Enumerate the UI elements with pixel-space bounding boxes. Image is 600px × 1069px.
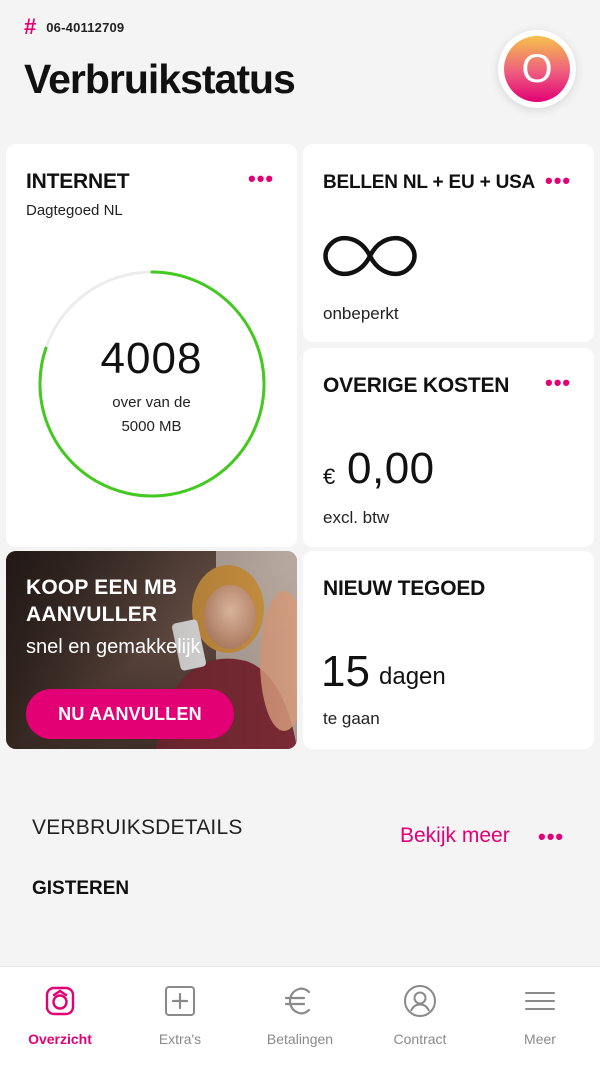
phone-number: 06-40112709 (46, 19, 125, 35)
infinity-icon (323, 235, 417, 277)
nav-item-extras[interactable]: Extra's (120, 967, 240, 1069)
internet-usage-ring (38, 270, 266, 498)
verbruiksdetails-heading: VERBRUIKSDETAILS (32, 816, 243, 839)
internet-remaining-value: 4008 (100, 334, 203, 383)
home-icon (45, 986, 75, 1016)
internet-remaining-label: over van de (112, 394, 191, 411)
bellen-title: BELLEN NL + EU + USA (323, 172, 536, 193)
tegoed-title: NIEUW TEGOED (323, 577, 486, 600)
user-circle-icon (404, 985, 436, 1017)
avatar: O (504, 36, 570, 102)
bellen-unlimited-label: onbeperkt (323, 304, 399, 323)
kosten-amount: 0,00 (347, 444, 435, 493)
tegoed-days-value: 15 (321, 647, 370, 696)
nav-label-betalingen: Betalingen (266, 1031, 334, 1047)
nav-label-extras: Extra's (158, 1031, 202, 1047)
app-screen: # 06-40112709 Verbruikstatus O INTERNET … (0, 0, 600, 1069)
details-more-menu-icon[interactable]: ••• (538, 826, 564, 848)
nav-item-meer[interactable]: Meer (480, 967, 600, 1069)
internet-more-menu-icon[interactable]: ••• (248, 168, 274, 190)
menu-icon (525, 992, 555, 1010)
overige-kosten-card[interactable]: OVERIGE KOSTEN ••• € 0,00 excl. btw (303, 348, 594, 547)
bekijk-meer-link[interactable]: Bekijk meer (400, 824, 510, 848)
kosten-more-menu-icon[interactable]: ••• (545, 372, 571, 394)
nav-item-betalingen[interactable]: Betalingen (240, 967, 360, 1069)
nieuw-tegoed-card[interactable]: NIEUW TEGOED 15 dagen te gaan (303, 551, 594, 749)
kosten-title: OVERIGE KOSTEN (323, 374, 510, 397)
euro-symbol: € (323, 464, 336, 489)
hash-icon: # (24, 14, 37, 39)
nav-label-meer: Meer (524, 1031, 556, 1047)
tegoed-days-unit: dagen (379, 663, 446, 690)
euro-icon (284, 987, 311, 1015)
nav-item-contract[interactable]: Contract (360, 967, 480, 1069)
internet-card[interactable]: INTERNET Dagtegoed NL ••• 4008 over van … (6, 144, 297, 547)
avatar-button[interactable]: O (498, 30, 576, 108)
promo-title: KOOP EEN MB AANVULLER (26, 576, 178, 626)
bottom-navigation: Overzicht Extra's Betalingen Contract Me… (0, 966, 600, 1069)
promo-banner[interactable]: KOOP EEN MB AANVULLER snel en gemakkelij… (6, 551, 297, 749)
page-title: Verbruikstatus (24, 56, 296, 102)
plus-square-icon (165, 986, 195, 1016)
internet-title: INTERNET (26, 170, 130, 193)
promo-subtitle: snel en gemakkelijk (26, 636, 201, 658)
bellen-card[interactable]: BELLEN NL + EU + USA ••• onbeperkt (303, 144, 594, 342)
gisteren-heading: GISTEREN (32, 878, 130, 899)
nav-label-contract: Contract (393, 1031, 447, 1047)
internet-subtitle: Dagtegoed NL (26, 202, 123, 219)
phone-number-row: # 06-40112709 (24, 16, 124, 38)
bellen-more-menu-icon[interactable]: ••• (545, 170, 571, 192)
internet-total-label: 5000 MB (121, 418, 182, 435)
kosten-btw-label: excl. btw (323, 508, 390, 527)
nav-item-overzicht[interactable]: Overzicht (0, 967, 120, 1069)
nu-aanvullen-button[interactable]: NU AANVULLEN (26, 689, 234, 739)
nav-label-overzicht: Overzicht (28, 1031, 92, 1047)
tegoed-remaining-label: te gaan (323, 709, 380, 728)
